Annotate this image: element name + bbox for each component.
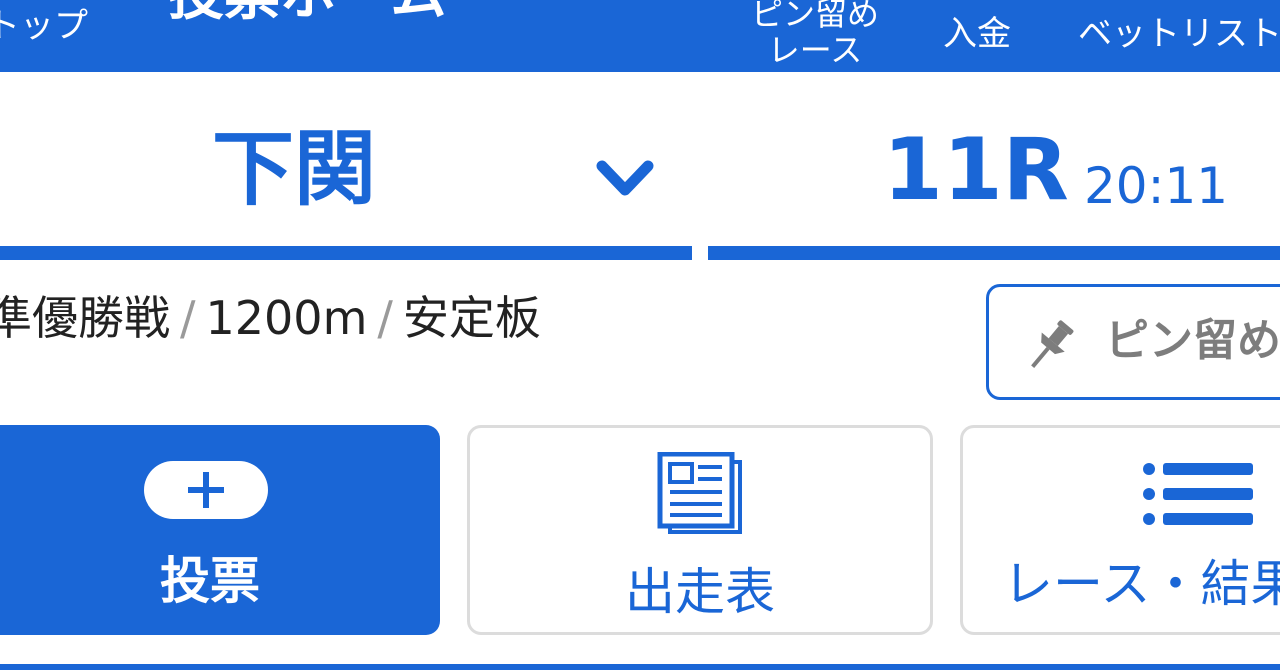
nav-pinned-races-link[interactable]: ピン留め レース (740, 0, 890, 68)
pushpin-icon (1031, 320, 1074, 368)
nav-top-link[interactable]: トップ (0, 6, 88, 46)
pin-race-label: ピン留め (1105, 315, 1280, 366)
chevron-down-icon (596, 160, 654, 196)
venue-selector-underline (0, 246, 692, 260)
venue-name: 下関 (212, 122, 377, 217)
page-title: 投票ホーム (168, 0, 446, 26)
venue-selector[interactable]: 下関 (0, 100, 692, 260)
nav-pinned-races-label-1: ピン留め (750, 0, 879, 33)
race-number: 11R (883, 120, 1069, 220)
newspaper-icon (657, 452, 742, 534)
nav-deposit-link[interactable]: 入金 (943, 14, 1011, 54)
pin-race-button[interactable]: ピン留め (986, 284, 1280, 400)
nav-bet-list-link[interactable]: ベットリスト (1078, 14, 1280, 54)
race-selector[interactable]: 11R 20:11 (708, 100, 1280, 260)
race-motor-condition: 安定板 (402, 291, 541, 345)
race-info-separator: / (377, 291, 393, 345)
bottom-divider (0, 664, 1280, 670)
entry-list-tile-label: 出走表 (625, 563, 775, 621)
race-info-separator: / (180, 291, 196, 345)
race-grade: 準優勝戦 (0, 291, 170, 345)
top-nav-bar: トップ 投票ホーム ピン留め レース 入金 ベットリスト (0, 0, 1280, 72)
bet-tile-label: 投票 (160, 552, 260, 610)
results-tile-button[interactable]: レース・結果 (960, 425, 1280, 635)
race-distance: 1200m (205, 291, 368, 345)
race-selector-underline (708, 246, 1280, 260)
nav-pinned-races-label-2: レース (767, 31, 863, 69)
results-tile-label: レース・結果 (1003, 555, 1280, 613)
bet-tile-button[interactable]: 投票 (0, 425, 440, 635)
race-info: 準優勝戦/1200m / 安定板 (0, 288, 541, 348)
list-icon (1143, 463, 1253, 525)
plus-icon (144, 461, 268, 519)
entry-list-tile-button[interactable]: 出走表 (467, 425, 933, 635)
race-deadline-time: 20:11 (1084, 157, 1229, 215)
